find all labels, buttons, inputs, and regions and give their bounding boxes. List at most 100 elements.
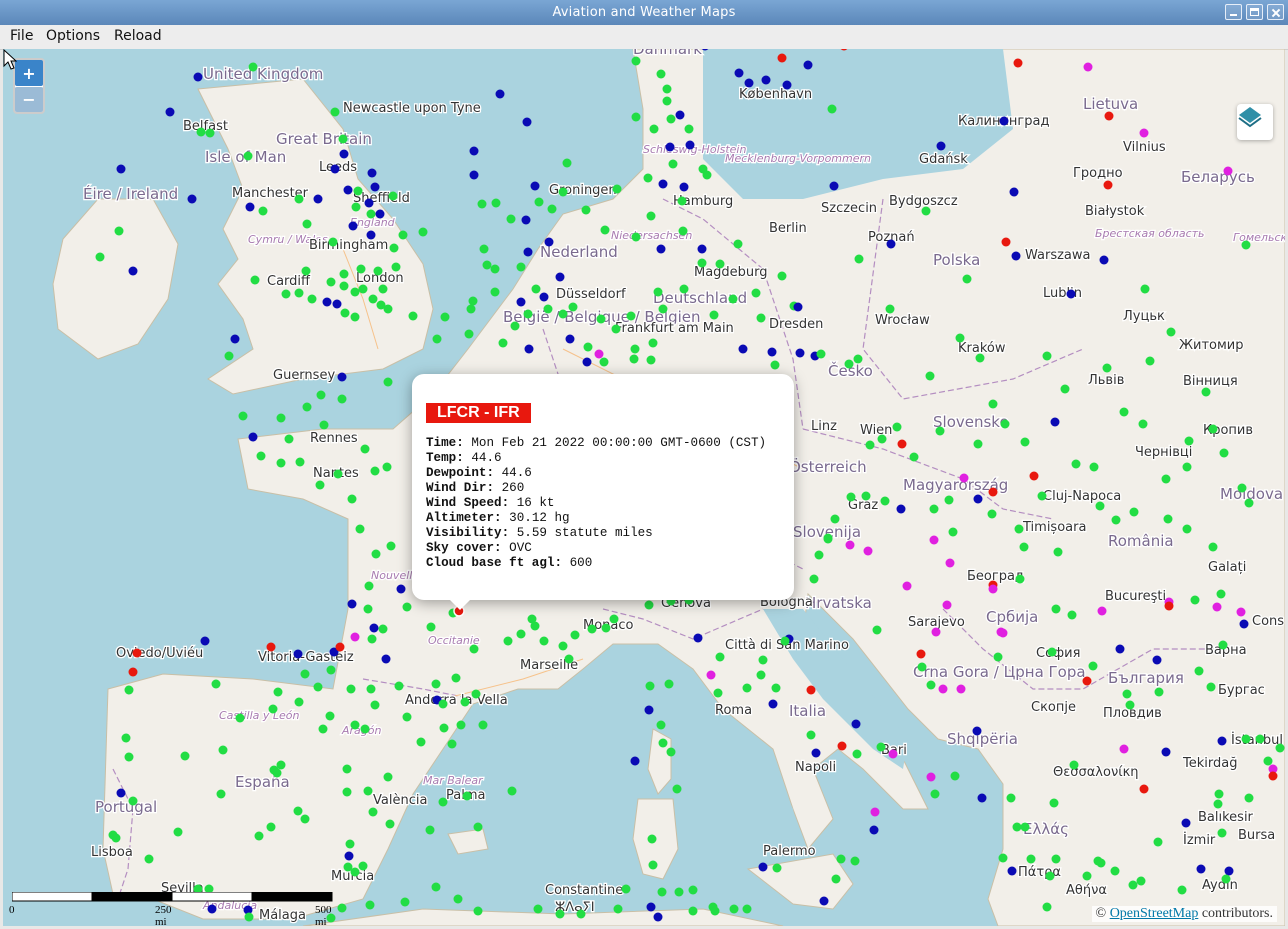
station-marker[interactable] [124, 685, 134, 695]
station-marker[interactable] [888, 749, 898, 759]
station-marker[interactable] [1037, 491, 1047, 501]
station-marker[interactable] [1161, 474, 1171, 484]
station-marker[interactable] [230, 334, 240, 344]
station-marker[interactable] [840, 49, 849, 51]
station-marker[interactable] [507, 786, 517, 796]
station-marker[interactable] [368, 807, 378, 817]
station-marker[interactable] [1042, 902, 1052, 912]
zoom-out-button[interactable]: − [15, 86, 43, 112]
station-marker[interactable] [373, 266, 383, 276]
station-marker[interactable] [360, 444, 370, 454]
station-marker[interactable] [564, 654, 574, 664]
station-marker[interactable] [830, 514, 840, 524]
station-marker[interactable] [408, 311, 418, 321]
station-marker[interactable] [1097, 606, 1107, 616]
station-marker[interactable] [925, 371, 935, 381]
station-marker[interactable] [224, 351, 234, 361]
station-marker[interactable] [326, 665, 336, 675]
station-marker[interactable] [886, 239, 896, 249]
station-marker[interactable] [503, 636, 513, 646]
station-marker[interactable] [658, 304, 668, 314]
station-marker[interactable] [128, 796, 138, 806]
station-marker[interactable] [432, 334, 442, 344]
station-marker[interactable] [1244, 498, 1254, 508]
station-marker[interactable] [630, 756, 640, 766]
station-marker[interactable] [1066, 289, 1076, 299]
station-marker[interactable] [276, 413, 286, 423]
station-marker[interactable] [1136, 876, 1146, 886]
station-marker[interactable] [853, 354, 863, 364]
station-marker[interactable] [342, 764, 352, 774]
station-marker[interactable] [885, 304, 895, 314]
station-marker[interactable] [973, 439, 983, 449]
station-marker[interactable] [701, 49, 710, 51]
station-marker[interactable] [1019, 542, 1029, 552]
station-marker[interactable] [656, 69, 666, 79]
station-marker[interactable] [391, 262, 401, 272]
station-marker[interactable] [1045, 871, 1055, 881]
station-marker[interactable] [1020, 822, 1030, 832]
close-button[interactable] [1267, 4, 1284, 20]
station-marker[interactable] [767, 347, 777, 357]
station-marker[interactable] [294, 194, 304, 204]
station-marker[interactable] [539, 292, 549, 302]
station-marker[interactable] [340, 308, 350, 318]
station-marker[interactable] [1001, 237, 1011, 247]
station-marker[interactable] [897, 439, 907, 449]
station-marker[interactable] [325, 711, 335, 721]
station-marker[interactable] [1153, 837, 1163, 847]
station-marker[interactable] [366, 209, 376, 219]
station-marker[interactable] [266, 822, 276, 832]
station-marker[interactable] [734, 68, 744, 78]
station-marker[interactable] [1115, 644, 1125, 654]
station-marker[interactable] [938, 684, 948, 694]
station-marker[interactable] [657, 887, 667, 897]
station-marker[interactable] [999, 116, 1009, 126]
station-marker[interactable] [782, 80, 792, 90]
station-marker[interactable] [344, 851, 354, 861]
station-marker[interactable] [355, 524, 365, 534]
station-marker[interactable] [370, 700, 380, 710]
station-marker[interactable] [132, 648, 142, 658]
station-marker[interactable] [1104, 111, 1114, 121]
station-marker[interactable] [1255, 734, 1265, 744]
station-marker[interactable] [936, 141, 946, 151]
station-marker[interactable] [568, 302, 578, 312]
station-marker[interactable] [646, 902, 656, 912]
station-marker[interactable] [814, 550, 824, 560]
station-marker[interactable] [356, 264, 366, 274]
station-marker[interactable] [335, 642, 345, 652]
station-marker[interactable] [823, 533, 833, 543]
station-marker[interactable] [744, 78, 754, 88]
station-marker[interactable] [880, 496, 890, 506]
station-marker[interactable] [1129, 507, 1139, 517]
map-view[interactable]: Danmark United Kingdom Newcastle upon Tyne… [3, 49, 1285, 926]
station-marker[interactable] [1212, 602, 1222, 612]
station-marker[interactable] [370, 466, 380, 476]
station-marker[interactable] [1275, 743, 1285, 753]
station-marker[interactable] [1268, 771, 1278, 781]
station-marker[interactable] [836, 854, 846, 864]
station-marker[interactable] [547, 204, 557, 214]
station-marker[interactable] [829, 181, 839, 191]
station-marker[interactable] [1096, 858, 1106, 868]
station-marker[interactable] [478, 720, 488, 730]
station-marker[interactable] [367, 634, 377, 644]
station-marker[interactable] [1190, 595, 1200, 605]
station-marker[interactable] [128, 667, 138, 677]
station-marker[interactable] [926, 680, 936, 690]
station-marker[interactable] [713, 688, 723, 698]
station-marker[interactable] [611, 324, 621, 334]
station-marker[interactable] [328, 237, 338, 247]
station-marker[interactable] [378, 624, 388, 634]
station-marker[interactable] [1152, 655, 1162, 665]
station-marker[interactable] [1236, 607, 1246, 617]
station-marker[interactable] [917, 662, 927, 672]
station-marker[interactable] [684, 124, 694, 134]
station-marker[interactable] [313, 682, 323, 692]
station-marker[interactable] [1012, 822, 1022, 832]
station-marker[interactable] [1239, 619, 1249, 629]
station-marker[interactable] [1111, 515, 1121, 525]
station-marker[interactable] [339, 281, 349, 291]
station-marker[interactable] [1166, 327, 1176, 337]
